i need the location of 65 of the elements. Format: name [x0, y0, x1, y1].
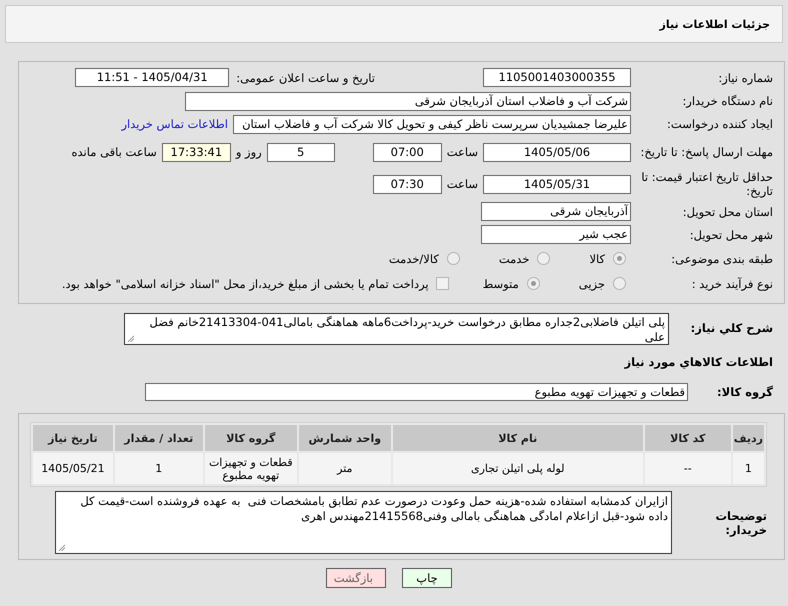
text-field[interactable]: 5 [266, 142, 335, 162]
text-field[interactable]: 1405/05/06 [483, 142, 631, 162]
radio-label: خدمت [498, 252, 530, 266]
radio-button[interactable] [613, 277, 626, 290]
text-field[interactable]: 07:00 [372, 142, 442, 162]
field-label: ساعت باقی مانده [72, 145, 157, 159]
column-header: نام کالا [392, 425, 643, 451]
field-label: توضیحات خریدار: [714, 508, 767, 536]
field-label: ساعت [446, 177, 478, 191]
section-heading: اطلاعات کالاهاي مورد نياز [623, 355, 773, 369]
text-field[interactable]: علیرضا جمشیدیان سرپرست ناظر کیفی و تحویل کالا شرکت آب و فاضلاب استان [233, 114, 631, 134]
resize-grip-icon[interactable] [127, 335, 134, 342]
field-label: شرح کلي نياز: [690, 320, 773, 335]
field-label: استان محل تحویل: [682, 204, 773, 218]
field-label: شماره نیاز: [717, 70, 773, 84]
radio-label: متوسط [482, 276, 519, 290]
column-header: تعداد / مقدار [114, 425, 203, 451]
contact-link[interactable]: اطلاعات تماس خریدار [121, 117, 228, 131]
checkbox[interactable] [436, 277, 449, 290]
text-field[interactable]: 07:30 [372, 174, 442, 194]
column-header: ردیف [732, 425, 764, 451]
field-label: حداقل تاریخ اعتبار قیمت: تا تاریخ: [640, 170, 773, 198]
table-cell: -- [644, 453, 731, 484]
field-label: گروه کالا: [716, 385, 773, 399]
text-field[interactable]: شرکت آب و فاضلاب استان آذربایجان شرقی [185, 92, 631, 110]
text-area[interactable]: پلی اتیلن فاضلابی2جداره مطابق درخواست خرید-پرداخت6ماهه هماهنگی بامالی041-21413304خانم فضل علی [124, 313, 669, 345]
table-cell: متر [298, 453, 391, 484]
text-field[interactable]: قطعات و تجهیزات تهویه مطبوع [145, 383, 688, 401]
text-field[interactable]: عجب شیر [481, 225, 631, 244]
text-area[interactable]: ازایران کدمشابه استفاده شده-هزینه حمل وعودت درصورت عدم تطابق بامشخصات فنی به عهده فروشنده است-قیمت کل داده شود-قبل ازاعلام امادگی هماهنگی بامالی وفنی21415568مهندس اهری [55, 491, 672, 554]
text-field[interactable]: آذربایجان شرقی [481, 202, 631, 221]
radio-label: کالا/خدمت [388, 252, 439, 266]
back-button[interactable]: بازگشت [326, 568, 386, 588]
radio-label: کالا [589, 252, 605, 266]
column-header: گروه کالا [204, 425, 297, 451]
field-label: نوع فرآیند خرید : [690, 276, 773, 290]
column-header: کد کالا [644, 425, 731, 451]
field-label: ایجاد کننده درخواست: [666, 117, 773, 131]
field-label: شهر محل تحویل: [688, 228, 773, 242]
resize-grip-icon[interactable] [58, 544, 65, 551]
radio-button[interactable] [446, 252, 460, 265]
table-cell: لوله پلی اتیلن تجاری [392, 453, 643, 484]
field-label: نام دستگاه خریدار: [681, 94, 773, 108]
table-cell: 1 [732, 453, 764, 484]
radio-label: جزیی [578, 276, 605, 290]
radio-button[interactable] [613, 252, 626, 265]
table-cell: 1405/05/21 [33, 453, 113, 484]
window-title: جزئیات اطلاعات نیاز [660, 18, 770, 30]
radio-button[interactable] [537, 252, 550, 265]
text-field[interactable]: 17:33:41 [162, 142, 231, 162]
text-field[interactable]: 1405/05/31 [483, 174, 631, 194]
checkbox-label: پرداخت تمام یا بخشی از مبلغ خرید،از محل "اسناد خزانه اسلامی" خواهد بود. [62, 276, 429, 290]
column-header: واحد شمارش [298, 425, 391, 451]
table-cell: قطعات و تجهیزات تهویه مطبوع [204, 453, 297, 484]
text-field[interactable]: 1105001403000355 [483, 68, 631, 87]
field-label: ساعت [446, 145, 478, 159]
column-header: تاریخ نیاز [33, 425, 113, 451]
table-cell: 1 [114, 453, 203, 484]
print-button[interactable]: چاپ [402, 568, 452, 588]
field-label: تاریخ و ساعت اعلان عمومی: [236, 70, 375, 84]
field-label: طبقه بندی موضوعی: [670, 252, 773, 266]
field-label: مهلت ارسال پاسخ: تا تاریخ: [639, 145, 773, 159]
radio-button[interactable] [526, 277, 540, 290]
text-field[interactable]: 1405/04/31 - 11:51 [75, 68, 230, 87]
field-label: روز و [236, 145, 262, 159]
